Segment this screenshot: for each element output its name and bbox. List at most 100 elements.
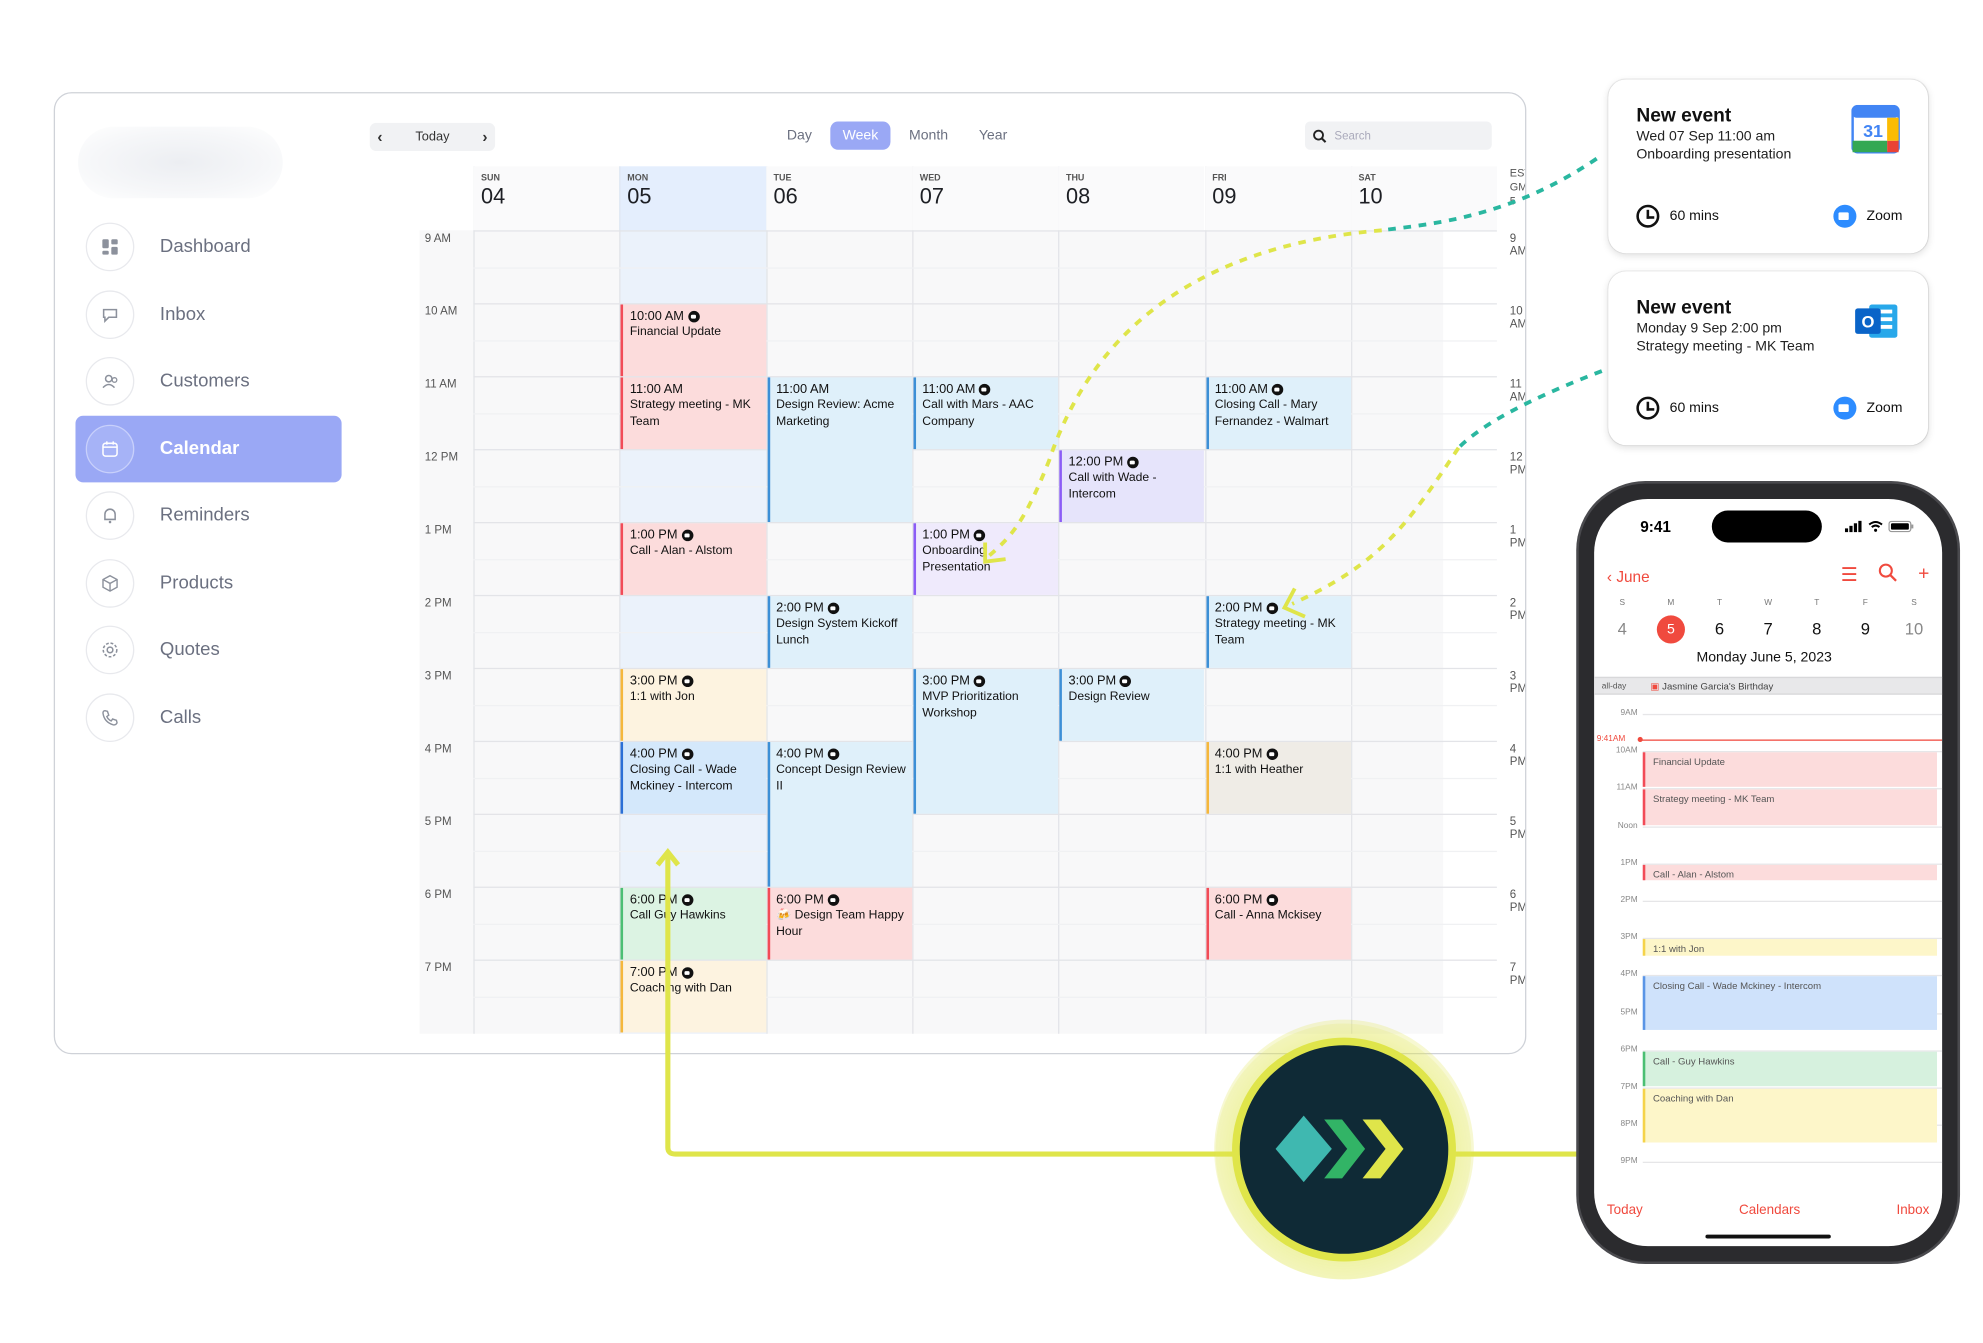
sidebar-item-quotes[interactable]: Quotes (75, 617, 341, 684)
time-label-left: 2 PM (424, 596, 452, 609)
view-week-button[interactable]: Week (829, 121, 892, 150)
phone-hour-label: Noon (1617, 820, 1638, 830)
event-title: Financial Update (629, 324, 722, 340)
new-event-card-google[interactable]: New event Wed 07 Sep 11:00 am Onboarding… (1608, 79, 1929, 254)
day-column[interactable] (912, 166, 1058, 1034)
calendar-event[interactable]: 11:00 AM Strategy meeting - MK Team (620, 377, 766, 450)
week-day[interactable]: S 10 (1899, 599, 1930, 644)
status-icons (1844, 520, 1914, 533)
calendar-event[interactable]: 11:00 AM Design Review: Acme Marketing (767, 377, 913, 522)
sidebar-item-dashboard[interactable]: Dashboard (75, 214, 341, 281)
video-call-icon (827, 602, 840, 615)
all-day-event[interactable]: ▣ Jasmine Garcia's Birthday (1650, 681, 1773, 693)
day-name: THU (1065, 173, 1085, 183)
event-time-label: 6:00 PM (629, 893, 678, 908)
event-time-label: 4:00 PM (629, 747, 678, 762)
week-day[interactable]: F9 (1850, 599, 1881, 644)
back-to-month[interactable]: ‹ June (1607, 568, 1650, 586)
time-label-right: 12 PM (1509, 450, 1527, 476)
tab-inbox[interactable]: Inbox (1896, 1203, 1929, 1218)
calendar-event[interactable]: 11:00 AM Closing Call - Mary Fernandez - … (1205, 377, 1351, 450)
video-call-icon (681, 894, 693, 906)
calendar-event[interactable]: 6:00 PM Call Guy Hawkins (620, 887, 766, 960)
calendar-event[interactable]: 10:00 AM Financial Update (620, 304, 766, 377)
day-header[interactable]: FRI 09 (1204, 166, 1351, 231)
list-icon[interactable]: ☰ (1841, 563, 1858, 586)
calendar-event[interactable]: 4:00 PM 1:1 with Heather (1205, 742, 1351, 814)
view-month-button[interactable]: Month (896, 122, 961, 150)
day-header[interactable]: THU 08 (1058, 166, 1205, 231)
video-call-icon (973, 675, 986, 688)
day-header[interactable]: MON 05 (619, 166, 766, 231)
search-icon[interactable] (1878, 563, 1898, 582)
calendar-event[interactable]: 12:00 PM Call with Wade - Intercom (1059, 450, 1205, 522)
time-label-left: 11 AM (424, 377, 457, 391)
day-header[interactable]: SUN 04 (473, 166, 620, 231)
conference[interactable]: Zoom (1833, 396, 1902, 420)
calendar-event[interactable]: 7:00 PM Coaching with Dan (620, 960, 766, 1033)
sidebar-item-customers[interactable]: Customers (75, 348, 341, 415)
calendar-event[interactable]: 2:00 PM Design System Kickoff Lunch (767, 596, 913, 668)
prev-week-button[interactable]: ‹ (377, 128, 382, 146)
time-label-left: 7 PM (424, 960, 452, 974)
calendar-event[interactable]: 4:00 PM Closing Call - Wade Mckiney - Int… (620, 742, 766, 814)
search-box[interactable] (1304, 121, 1492, 150)
event-time-label: 11:00 AM (776, 382, 830, 397)
view-year-button[interactable]: Year (966, 122, 1020, 150)
day-header[interactable]: WED 07 (912, 166, 1059, 231)
week-day[interactable]: W7 (1753, 599, 1784, 644)
today-button[interactable]: Today (415, 130, 449, 144)
week-day[interactable]: T8 (1801, 599, 1832, 644)
sidebar-item-reminders[interactable]: Reminders (75, 482, 341, 549)
event-time-label: 11:00 AM (629, 382, 683, 397)
day-header[interactable]: TUE 06 (765, 166, 913, 231)
day-header[interactable]: SAT 10 (1350, 166, 1498, 231)
week-day[interactable]: S4 (1607, 599, 1638, 644)
phone-event[interactable]: Strategy meeting - MK Team (1642, 789, 1938, 825)
back-label: June (1616, 568, 1650, 586)
calendar-event[interactable]: 6:00 PM 🍻 Design Team Happy Hour (767, 887, 913, 960)
event-time: 4:00 PM (776, 747, 907, 761)
phone-event[interactable]: Coaching with Dan (1642, 1088, 1938, 1143)
event-time: 4:00 PM (630, 747, 761, 761)
search-input[interactable] (1334, 129, 1476, 143)
phone-event[interactable]: Call - Alan - Alstom (1642, 864, 1938, 881)
sidebar-item-products[interactable]: Products (75, 550, 341, 617)
sidebar-item-calls[interactable]: Calls (75, 684, 341, 751)
calendar-event[interactable]: 1:00 PM Onboarding Presentation (913, 523, 1059, 595)
sidebar-item-calendar[interactable]: Calendar (75, 415, 342, 482)
sidebar-item-label: Inbox (159, 303, 206, 325)
event-time: 6:00 PM (630, 893, 761, 907)
calendar-event[interactable]: 1:00 PM Call - Alan - Alstom (620, 523, 766, 595)
view-day-button[interactable]: Day (774, 122, 825, 150)
new-event-card-outlook[interactable]: New event Monday 9 Sep 2:00 pm Strategy … (1608, 271, 1929, 446)
calendar-event[interactable]: 11:00 AM Call with Mars - AAC Company (913, 377, 1059, 450)
day-column[interactable] (1350, 166, 1497, 1034)
half-hour-gridline (473, 485, 1498, 487)
phone-event[interactable]: Financial Update (1642, 752, 1938, 788)
phone-event[interactable]: Call - Guy Hawkins (1642, 1051, 1938, 1087)
sidebar-item-inbox[interactable]: Inbox (75, 281, 341, 348)
calendar-event[interactable]: 6:00 PM Call - Anna Mckisey (1205, 887, 1351, 960)
add-icon[interactable]: + (1918, 563, 1929, 586)
next-week-button[interactable]: › (482, 128, 487, 146)
calendar-event[interactable]: 3:00 PM 1:1 with Jon (620, 669, 766, 741)
calendar-event[interactable]: 3:00 PM Design Review (1059, 669, 1205, 741)
day-column[interactable] (473, 166, 619, 1034)
week-day-number: 4 (1617, 619, 1627, 639)
calendar-event[interactable]: 3:00 PM MVP Prioritization Workshop (913, 669, 1059, 814)
phone-event[interactable]: Closing Call - Wade Mckiney - Intercom (1642, 976, 1938, 1031)
calendar-event[interactable]: 4:00 PM Concept Design Review II (767, 742, 913, 887)
week-day[interactable]: T6 (1704, 599, 1735, 644)
tab-today[interactable]: Today (1607, 1203, 1643, 1218)
week-day-letter: W (1764, 598, 1773, 608)
calendar-event[interactable]: 2:00 PM Strategy meeting - MK Team (1205, 596, 1351, 668)
video-call-icon (979, 383, 991, 396)
view-switcher: Day Week Month Year (774, 121, 1020, 150)
event-title: Onboarding Presentation (922, 543, 991, 574)
conference[interactable]: Zoom (1833, 204, 1902, 228)
tab-calendars[interactable]: Calendars (1739, 1203, 1800, 1218)
week-day[interactable]: M5 (1656, 599, 1687, 644)
phone-event[interactable]: 1:1 with Jon (1642, 939, 1938, 956)
day-column[interactable] (1058, 166, 1204, 1034)
